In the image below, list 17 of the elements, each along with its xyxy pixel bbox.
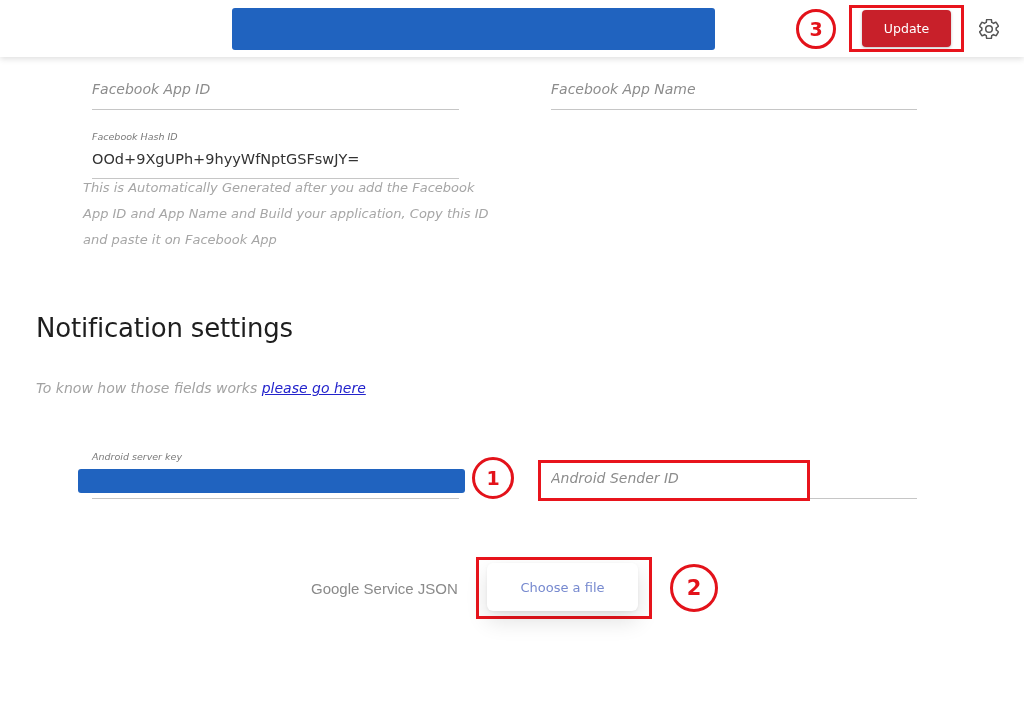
input-field[interactable]: OOd+9XgUPh+9hyyWfNptGSFswJY= xyxy=(92,145,459,179)
section-heading: Notification settings xyxy=(36,312,293,345)
input-field[interactable]: Facebook App ID xyxy=(92,72,459,110)
field-label: Facebook Hash ID xyxy=(92,131,179,143)
settings-icon[interactable] xyxy=(979,18,999,39)
input-field[interactable]: Facebook App Name xyxy=(551,72,917,110)
help-text: This is Automatically Generated after you add the Facebook App ID and App Name and Build your application, Copy this ID and paste it on Facebook App xyxy=(83,179,490,249)
callout-number: 3 xyxy=(796,8,836,49)
choose-file-button[interactable]: Choose a file xyxy=(487,563,638,611)
update-button[interactable]: Update xyxy=(862,10,951,47)
intro-text: To know how those fields works please go here xyxy=(36,379,366,398)
input-field[interactable]: Android Sender ID xyxy=(551,466,917,499)
callout-number: 1 xyxy=(472,457,514,499)
field-label: Google Service JSON xyxy=(311,579,457,597)
field-label: Android server key xyxy=(92,451,184,463)
callout-number: 2 xyxy=(670,564,718,612)
docs-link[interactable]: please go here xyxy=(261,380,366,396)
